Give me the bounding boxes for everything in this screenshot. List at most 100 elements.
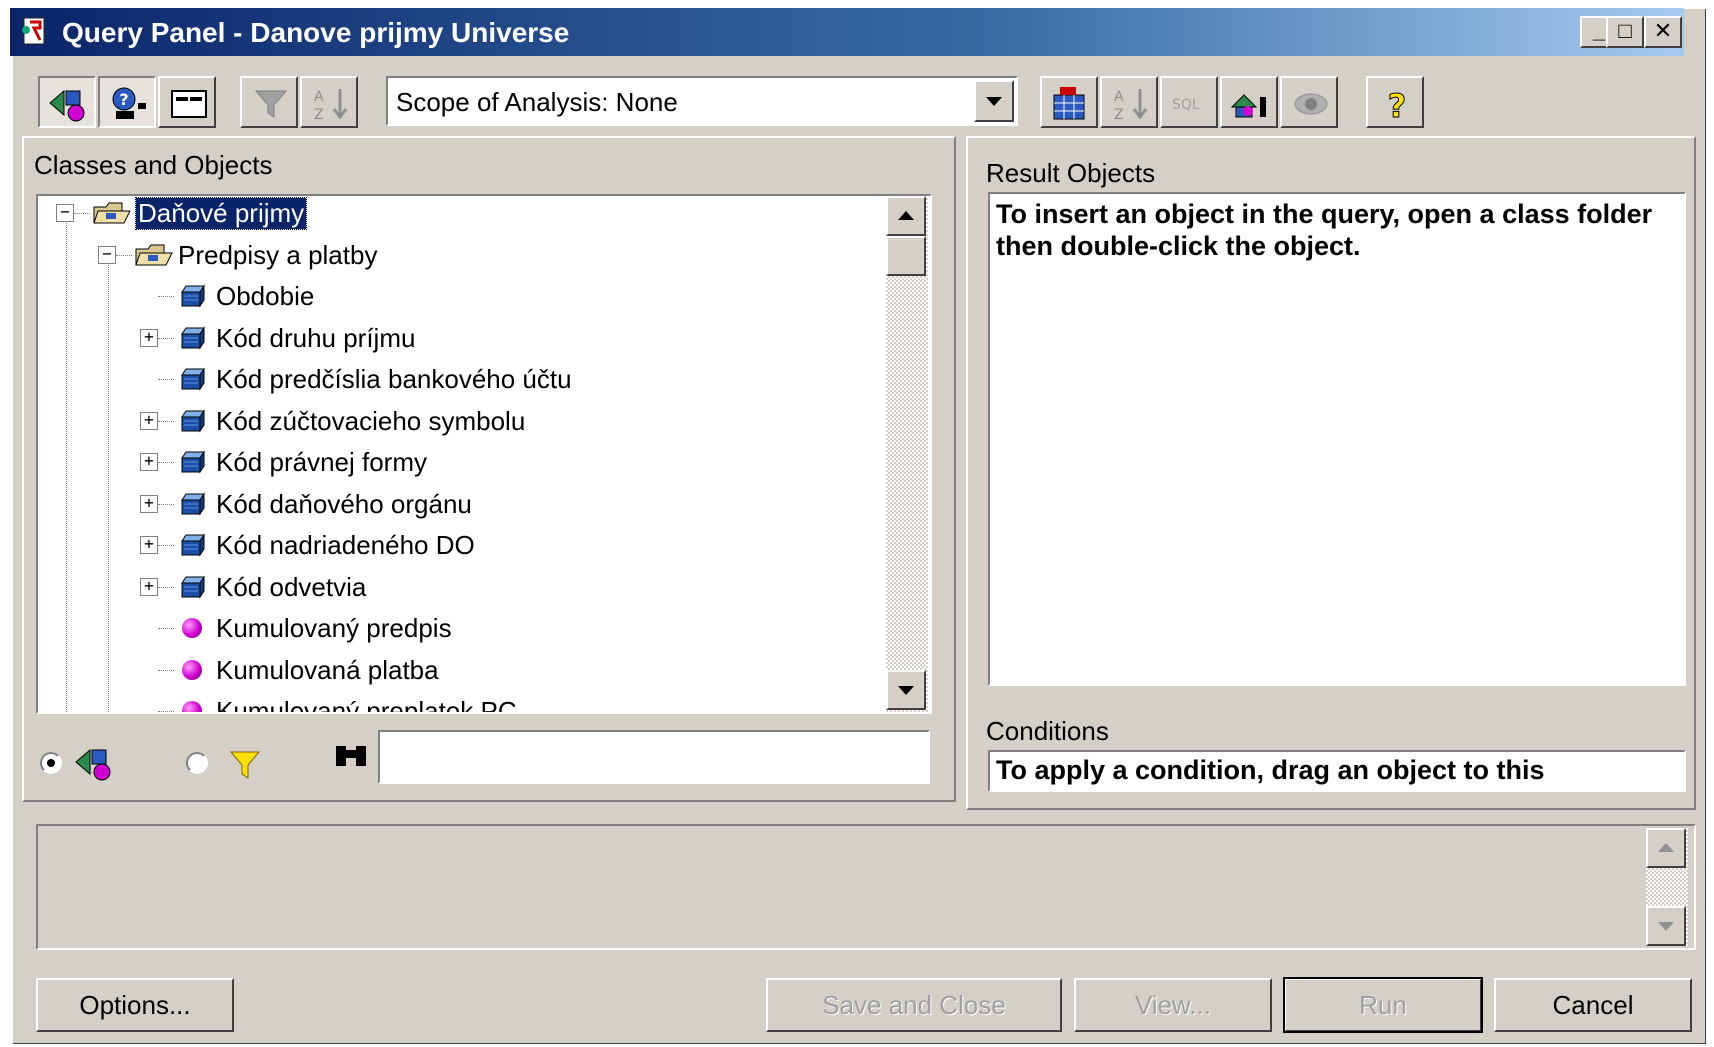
tree-dimension-node[interactable]: + Kód nadriadeného DO [38,528,878,564]
sql-icon: SQL [1172,97,1200,113]
tree-dimension-node[interactable]: Obdobie [38,279,878,315]
tree-connector [158,462,174,463]
description-scroll-up-button[interactable] [1646,828,1686,868]
result-objects-hint: To insert an object in the query, open a… [996,199,1653,261]
tree-dimension-node[interactable]: + Kód odvetvia [38,570,878,606]
help-button[interactable]: ? [1366,76,1424,128]
save-and-close-label: Save and Close [822,990,1006,1020]
window-title: Query Panel - Danove prijmy Universe [62,17,570,48]
binoculars-icon[interactable] [332,740,372,774]
tree-connector [158,420,174,422]
tree-connector [158,296,174,297]
dimension-cube-icon [181,574,205,599]
tree-measure-node[interactable]: Kumulovaný predpis [38,611,878,647]
tree-node-label: Kód druhu príjmu [216,322,416,353]
tree-measure-node[interactable]: Kumulovaný preplatok PC [38,694,878,712]
tree-dimension-node[interactable]: + Kód daňového orgánu [38,487,878,523]
eye-button[interactable] [1280,76,1338,128]
tree-connector [116,254,132,256]
dimension-cube-icon [181,533,205,557]
result-objects-label: Result Objects [986,158,1156,188]
tree-connector [158,379,174,380]
tree-measure-node[interactable]: Kumulovaná platba [38,653,878,689]
description-scrollbar[interactable] [1646,828,1688,946]
table-view-button[interactable] [1040,76,1098,128]
scope-of-analysis-dropdown[interactable]: Scope of Analysis: None [386,76,1018,126]
tree-node-label: Kód predčíslia bankového účtu [216,364,572,394]
tree-dimension-node[interactable]: + Kód zúčtovacieho symbolu [38,404,878,440]
dimension-cube-icon [181,450,205,474]
maximize-icon: □ [1618,18,1632,43]
tree-dimension-node[interactable]: + Kód právnej formy [38,445,878,481]
dimension-cube-icon [181,367,205,391]
arrow-up-icon [898,211,914,220]
conditions-label: Conditions [986,716,1109,746]
close-button[interactable]: ✕ [1644,16,1682,48]
filter-button[interactable] [240,76,298,128]
cancel-button[interactable]: Cancel [1494,978,1692,1032]
scroll-down-button[interactable] [886,670,926,710]
data-provider-icon [1230,94,1266,118]
classes-tree[interactable]: − Daňové prijmy − Predpisy a platby Obdobie +… [38,196,928,712]
classes-objects-view-button[interactable] [38,76,96,128]
open-folder-icon [135,244,173,265]
scroll-thumb[interactable] [886,236,926,276]
search-input[interactable] [378,730,930,784]
svg-text:Z: Z [1114,107,1124,123]
expand-icon[interactable]: + [140,453,158,471]
options-button[interactable]: Options... [36,978,234,1032]
tree-connector [74,213,90,214]
tree-node-label: Daňové prijmy [134,197,308,230]
conditions-area[interactable]: To apply a condition, drag an object to … [988,750,1686,792]
scroll-up-button[interactable] [886,196,926,236]
panel-layout-icon [171,90,207,118]
expand-icon[interactable]: + [140,411,158,430]
tree-scrollbar[interactable] [886,196,928,712]
sort-az-icon: A Z [1114,89,1148,123]
query-panel-app-icon [22,17,45,45]
tree-node-label: Obdobie [216,281,315,311]
run-button[interactable]: Run [1283,977,1483,1033]
sort-az-button[interactable]: A Z [1100,76,1158,128]
maximize-button[interactable]: □ [1606,16,1644,48]
title-bar[interactable]: Query Panel - Danove prijmy Universe _ □… [10,8,1684,56]
view-button-label: View... [1134,990,1212,1020]
svg-text:Z: Z [314,107,324,123]
tree-node-label: Kód daňového orgánu [216,488,472,519]
objects-view-radio[interactable] [40,752,62,774]
tree-class-node[interactable]: − Predpisy a platby [38,238,878,274]
panel-layout-button[interactable] [158,76,216,128]
expand-icon[interactable]: + [140,536,158,554]
collapse-icon[interactable]: − [98,245,116,264]
expand-icon[interactable]: + [140,494,158,513]
tree-class-node[interactable]: − Daňové prijmy [38,196,878,232]
save-and-close-button[interactable]: Save and Close [766,978,1062,1032]
conditions-hint: To apply a condition, drag an object to … [996,755,1545,785]
options-button-label: Options... [79,990,191,1020]
collapse-icon[interactable]: − [56,204,74,222]
tree-connector [158,503,174,505]
expand-icon[interactable]: + [140,577,158,596]
svg-text:?: ? [1388,87,1407,123]
predefined-conditions-button[interactable]: ? [98,76,156,128]
svg-text:SQL: SQL [1172,97,1200,113]
tree-dimension-node[interactable]: Kód predčíslia bankového účtu [38,362,878,398]
sort-icon: A Z [314,89,348,123]
expand-icon[interactable]: + [140,328,158,347]
dimension-cube-icon [181,491,205,516]
description-scroll-down-button[interactable] [1646,906,1686,946]
sql-button[interactable]: SQL [1160,76,1218,128]
tree-node-label: Kód odvetvia [216,571,367,602]
dropdown-arrow-button[interactable] [974,80,1014,122]
view-button[interactable]: View... [1074,978,1272,1032]
conditions-view-radio[interactable] [186,752,208,774]
data-provider-button[interactable] [1220,76,1278,128]
classes-objects-view-icon [49,89,85,122]
tree-dimension-node[interactable]: + Kód druhu príjmu [38,321,878,357]
table-view-icon [1053,87,1085,120]
result-objects-area[interactable]: To insert an object in the query, open a… [988,192,1686,686]
sort-button[interactable]: A Z [300,76,358,128]
dimension-cube-icon [181,284,205,308]
open-folder-icon [93,202,131,224]
filter-icon [254,90,288,118]
